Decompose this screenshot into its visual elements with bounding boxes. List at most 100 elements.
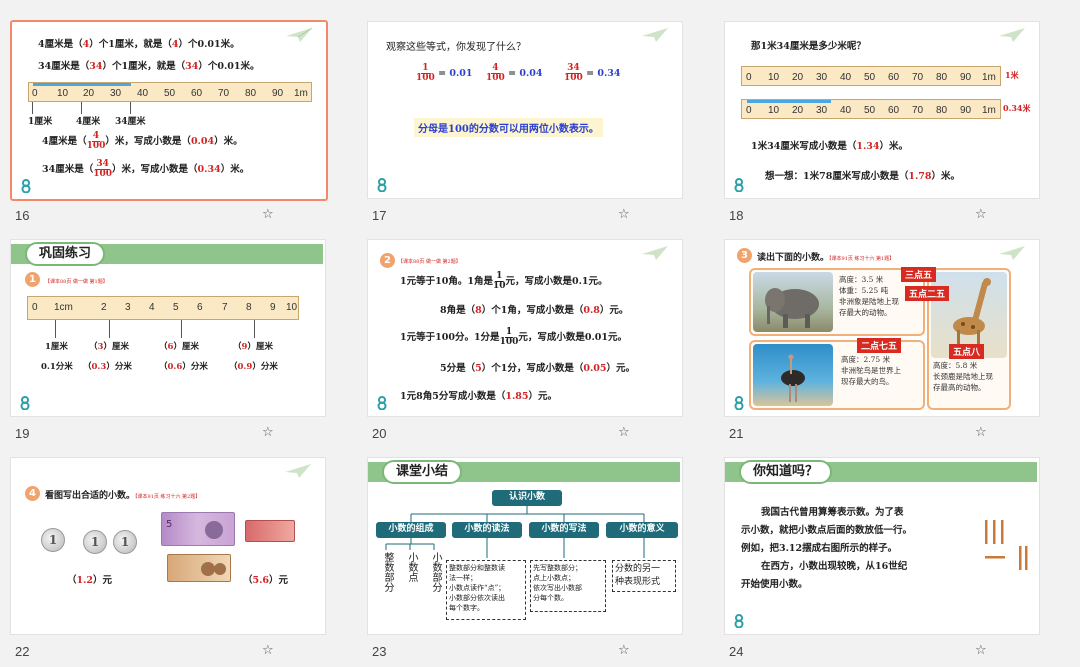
slide-number-19: 19	[15, 426, 30, 441]
s19-row1-d: （9）厘米	[233, 342, 273, 352]
branch-writing: 小数的写法	[529, 522, 599, 538]
logo-icon	[377, 396, 387, 410]
s24-para2: 在西方，小数出现较晚，从16世纪 开始使用小数。	[741, 561, 908, 590]
logo-icon	[734, 178, 744, 192]
s22-answer-1: （1.2）元	[67, 575, 113, 586]
writing-box: 先写整数部分； 点上小数点； 依次写出小数部 分每个数。	[530, 560, 606, 612]
slide-thumbnail-24[interactable]: 你知道吗？ 我国古代曾用算筹表示数。为了表 示小数，就把小数点后面的数放低一行。…	[724, 457, 1040, 635]
star-icon[interactable]: ☆	[618, 207, 630, 222]
s16-line1: 4厘米是（4）个1厘米，就是（4）个0.01米。	[38, 39, 240, 50]
slide-number-17: 17	[372, 208, 387, 223]
s20-line4: 5分是（5）个1分，写成小数是（0.05）元。	[440, 363, 636, 374]
s18-ruler2-tag: 0.34米	[1003, 103, 1031, 113]
logo-icon	[734, 614, 744, 628]
s18-think: 想一想：1米78厘米写成小数是（1.78）米。	[765, 171, 960, 182]
slide-number-24: 24	[729, 644, 744, 659]
s17-conclusion: 分母是100的分数可以用两位小数表示。	[414, 118, 603, 137]
s20-line3: 1元等于100分。1分是 1 100 元，写成小数是0.01元。	[400, 327, 627, 347]
slide-number-23: 23	[372, 644, 387, 659]
s24-header: 你知道吗？	[739, 460, 833, 484]
s21-tag-4: 五点八	[949, 344, 985, 359]
s21-tag-3: 二点七五	[857, 338, 902, 353]
s19-row1-b: （3）厘米	[89, 342, 129, 352]
giraffe-text: 高度：5.8 米 长颈鹿是陆地上现 存最高的动物。	[933, 361, 993, 392]
reading-box: 整数部分和整数读 法一样； 小数点读作“点”； 小数部分依次读出 每个数字。	[446, 560, 526, 620]
s17-eq-2: 4 100 = 0.04	[486, 63, 543, 83]
s19-row1-c: （6）厘米	[159, 342, 199, 352]
logo-icon	[21, 179, 31, 193]
s18-question: 那1米34厘米是多少米呢？	[751, 41, 866, 52]
s20-badge: 2	[380, 253, 395, 268]
paper-plane-icon	[642, 28, 668, 42]
svg-text:5: 5	[166, 519, 172, 530]
slide-thumbnail-23[interactable]: 课堂小结 认识小数 小数的组成 小数的读法 小数的写法 小数的意义 整数部分 小…	[367, 457, 683, 635]
banknote-5-jiao	[245, 520, 295, 542]
logo-icon	[377, 178, 387, 192]
s21-title: 读出下面的小数。【课本91页 练习十六 第1题】	[757, 253, 895, 263]
elephant-photo	[753, 272, 833, 332]
slide-number-22: 22	[15, 644, 30, 659]
s19-badge: 1	[25, 272, 40, 287]
ostrich-photo	[753, 344, 833, 406]
composition-point: 小数点	[406, 552, 417, 582]
s21-badge: 3	[737, 248, 752, 263]
s17-prompt: 观察这些等式，你发现了什么？	[386, 42, 526, 53]
counting-rods-figure	[985, 520, 1028, 570]
s16-label-4cm: 4厘米	[76, 117, 101, 127]
s22-badge: 4	[25, 486, 40, 501]
slide-thumbnail-21[interactable]: 3 读出下面的小数。【课本91页 练习十六 第1题】 高度：3.5 米 体重：5…	[724, 239, 1040, 417]
star-icon[interactable]: ☆	[975, 207, 987, 222]
s19-row1-a: 1厘米	[45, 342, 68, 352]
s18-ruler1-tag: 1米	[1005, 70, 1019, 80]
star-icon[interactable]: ☆	[618, 425, 630, 440]
branch-reading: 小数的读法	[452, 522, 522, 538]
meter-ruler-2: 0 10 20 30 40 50 60 70 80 90 1m	[741, 99, 1001, 119]
s17-eq-1: 1 100 = 0.01	[416, 63, 473, 83]
s19-row2-b: （0.3）分米	[83, 362, 132, 372]
slide-number-21: 21	[729, 426, 744, 441]
s19-row2-d: （0.9）分米	[229, 362, 278, 372]
s16-line3: 4厘米是（ 4 100 ）米，写成小数是（0.04）米。	[42, 131, 243, 151]
star-icon[interactable]: ☆	[262, 425, 274, 440]
star-icon[interactable]: ☆	[975, 425, 987, 440]
slide-thumbnail-18[interactable]: 那1米34厘米是多少米呢？ 0 10 20 30 40 50 60 70 80 …	[724, 21, 1040, 199]
meaning-box: 分数的另一 种表现形式	[612, 560, 676, 592]
slide-number-20: 20	[372, 426, 387, 441]
s22-answer-2: （5.6）元	[243, 575, 289, 586]
slide-thumbnail-22[interactable]: 4 看图写出合适的小数。【课本91页 练习十六 第2题】 1 1 1 5 （1.…	[10, 457, 326, 635]
paper-plane-icon	[642, 246, 668, 260]
composition-integer: 整数部分	[382, 552, 393, 592]
slide-number-16: 16	[15, 208, 30, 223]
slide-thumbnail-16[interactable]: 4厘米是（4）个1厘米，就是（4）个0.01米。 34厘米是（34）个1厘米，就…	[10, 20, 328, 201]
coin-2: 1	[83, 530, 107, 554]
star-icon[interactable]: ☆	[262, 643, 274, 658]
star-icon[interactable]: ☆	[262, 207, 274, 222]
s20-line2: 8角是（8）个1角，写成小数是（0.8）元。	[440, 305, 629, 316]
s16-label-1cm: 1厘米	[28, 117, 53, 127]
star-icon[interactable]: ☆	[618, 643, 630, 658]
slide-thumbnail-19[interactable]: 巩固练习 1 【课本88页 做一做 第1题】 0 1cm 2 3 4 5 6 7…	[10, 239, 326, 417]
s20-line5: 1元8角5分写成小数是（1.85）元。	[400, 391, 557, 402]
s19-header: 巩固练习	[25, 242, 106, 266]
s19-source: 【课本88页 做一做 第1题】	[45, 279, 108, 285]
meter-ruler-1: 0 10 20 30 40 50 60 70 80 90 1m	[741, 66, 1001, 86]
s19-row2-a: 0.1分米	[41, 362, 73, 372]
s19-row2-c: （0.6）分米	[159, 362, 208, 372]
branch-meaning: 小数的意义	[606, 522, 678, 538]
s21-tag-2: 五点二五	[905, 286, 950, 301]
slide-thumbnail-17[interactable]: 观察这些等式，你发现了什么？ 1 100 = 0.01 4 100 = 0.04 3…	[367, 21, 683, 199]
s22-title: 看图写出合适的小数。【课本91页 练习十六 第2题】	[45, 491, 201, 501]
s21-tag-1: 三点五	[901, 267, 937, 282]
ostrich-text: 高度：2.75 米 非洲鸵鸟是世界上 现存最大的鸟。	[841, 355, 901, 386]
elephant-card: 高度：3.5 米 体重：5.25 吨 非洲象是陆地上现 存最大的动物。	[749, 268, 925, 336]
s16-line2: 34厘米是（34）个1厘米，就是（34）个0.01米。	[38, 61, 260, 72]
elephant-text: 高度：3.5 米 体重：5.25 吨 非洲象是陆地上现 存最大的动物。	[839, 275, 899, 317]
slide-number-18: 18	[729, 208, 744, 223]
paper-plane-icon	[286, 28, 312, 42]
star-icon[interactable]: ☆	[975, 643, 987, 658]
s16-line4: 34厘米是（ 34 100 ）米，写成小数是（0.34）米。	[42, 159, 250, 179]
banknote-1-jiao	[167, 554, 231, 582]
slide-thumbnail-20[interactable]: 2 【课本88页 做一做 第2题】 1元等于10角。1角是 1 10 元，写成小数是0…	[367, 239, 683, 417]
s17-eq-3: 34 100 = 0.34	[564, 63, 621, 83]
s20-source: 【课本88页 做一做 第2题】	[398, 259, 461, 265]
